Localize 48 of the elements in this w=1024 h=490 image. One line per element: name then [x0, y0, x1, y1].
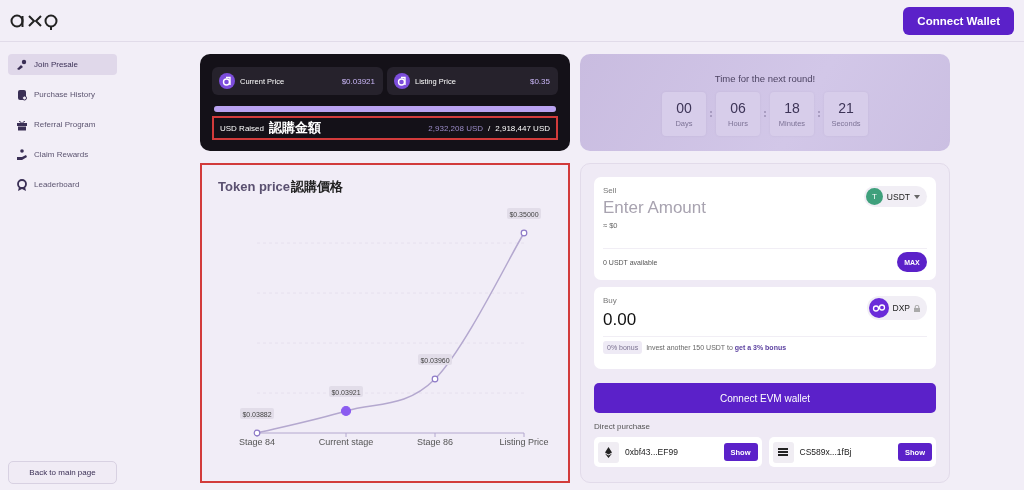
direct-purchase-label: Direct purchase	[594, 422, 652, 431]
price-value: $0.35	[529, 76, 550, 86]
buy-amount: 0.00	[603, 310, 637, 330]
countdown-value: 21	[838, 100, 854, 116]
raised-note: 認購金額	[269, 119, 322, 137]
amount-field[interactable]: Enter Amount	[603, 198, 803, 218]
stage-label: Stage 86	[417, 437, 453, 447]
wallet-address: CS589x...1fBj	[799, 447, 853, 457]
token-icon	[219, 73, 235, 89]
diamond-icon	[605, 446, 612, 458]
sidebar-item[interactable]: Leaderboard	[8, 174, 117, 195]
sell-label: Sell	[603, 186, 618, 195]
receipt-icon	[16, 88, 28, 101]
countdown-value: 06	[730, 100, 746, 116]
separator-text: /	[488, 123, 491, 133]
connect-wallet-button[interactable]: Connect Wallet	[903, 6, 1014, 35]
stage-label: Listing Price	[499, 437, 549, 447]
buy-label: Buy	[603, 296, 618, 305]
raised-amount: 2,932,208 USD	[428, 123, 484, 133]
sidebar-item[interactable]: Join Presale	[8, 54, 117, 75]
price-value: $0.03921	[341, 76, 375, 86]
medal-icon	[16, 178, 28, 191]
token-selector[interactable]: T USDT	[863, 186, 927, 207]
sidebar-item[interactable]: Referral Program	[8, 114, 117, 135]
countdown-title: Time for the next round!	[714, 73, 816, 84]
stage-label: Stage 84	[239, 437, 275, 447]
sidebar-item[interactable]: Claim Rewards	[8, 144, 117, 165]
sidebar-item[interactable]: Purchase History	[8, 84, 117, 105]
hand-icon	[16, 58, 28, 71]
stage-label: Current stage	[318, 437, 374, 447]
gift-icon	[16, 118, 28, 131]
token-icon	[394, 73, 410, 89]
back-button[interactable]: Back to main page	[8, 461, 117, 484]
hand-coin-icon	[16, 148, 28, 161]
countdown-value: 00	[676, 100, 692, 116]
chart-title-note: 認購價格	[291, 178, 343, 196]
token-chip: DXP	[866, 296, 927, 320]
wallet-address: 0xbf43...EF99	[625, 447, 679, 457]
token-logo-icon: T	[865, 188, 883, 205]
connect-evm-button[interactable]: Connect EVM wallet	[594, 383, 936, 413]
countdown-value: 18	[784, 100, 800, 116]
caret-icon	[914, 194, 920, 199]
stripes-icon	[778, 448, 788, 456]
lock-icon	[914, 304, 920, 312]
goal-amount: 2,918,447 USD	[495, 123, 550, 133]
chart-title: Token price	[218, 179, 290, 194]
token-logo-icon	[868, 298, 889, 318]
raised-label: USD Raised	[220, 123, 264, 133]
